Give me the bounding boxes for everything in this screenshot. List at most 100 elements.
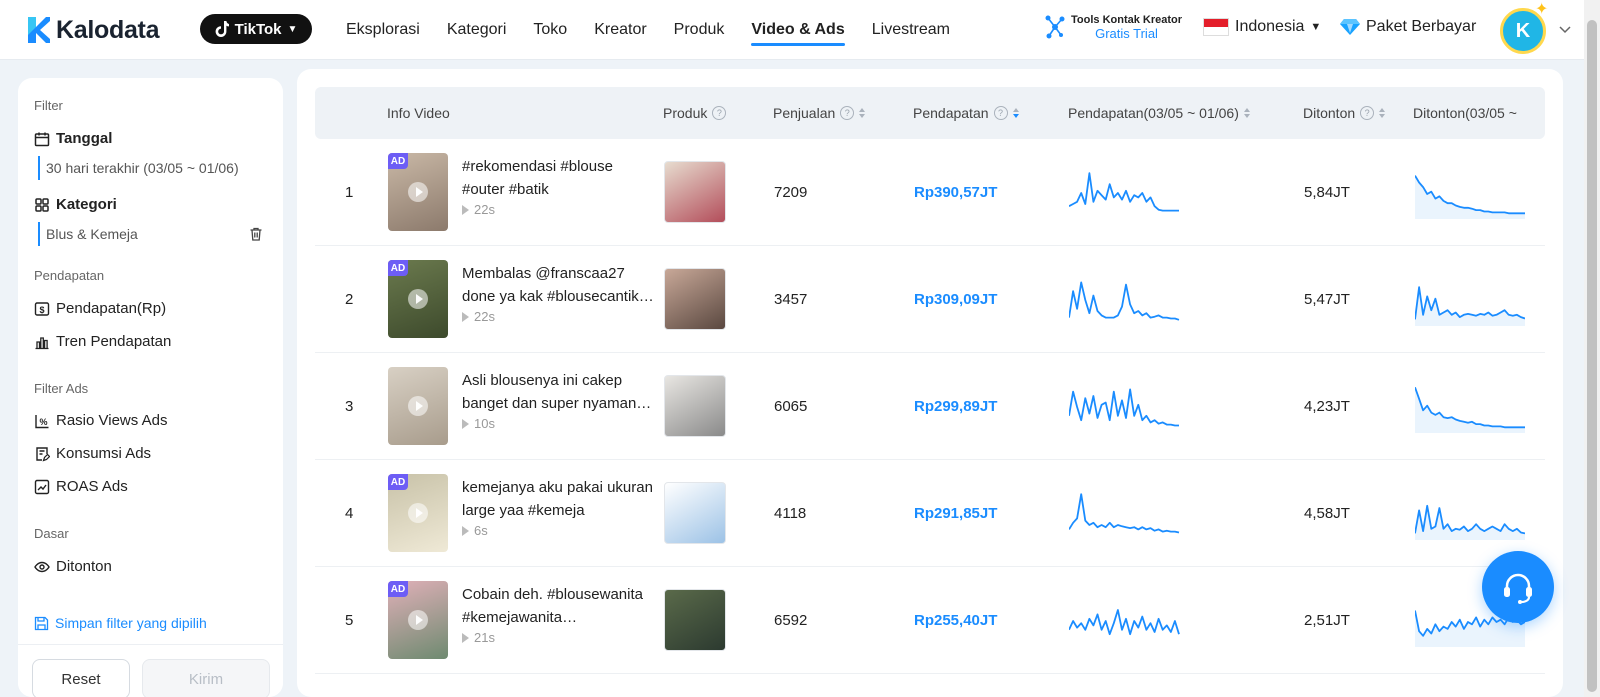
video-title[interactable]: kemejanya aku pakai ukuran large yaa #ke…	[462, 476, 654, 522]
nav-item-livestream[interactable]: Livestream	[872, 0, 950, 60]
video-duration: 22s	[462, 202, 495, 217]
tools-title: Tools Kontak Kreator	[1071, 14, 1183, 26]
views-trend-area	[1415, 287, 1525, 326]
help-icon[interactable]: ?	[1360, 106, 1375, 120]
play-icon[interactable]	[408, 396, 428, 416]
play-icon[interactable]	[408, 503, 428, 523]
help-icon[interactable]: ?	[840, 106, 855, 120]
save-filter-link[interactable]: Simpan filter yang dipilih	[34, 615, 207, 631]
indonesia-flag-icon	[1203, 18, 1229, 36]
page-scrollbar-thumb[interactable]	[1587, 20, 1597, 692]
video-title[interactable]: Asli blousenya ini cakep banget dan supe…	[462, 369, 654, 415]
product-image[interactable]	[664, 161, 726, 223]
nav-item-video-ads[interactable]: Video & Ads	[751, 0, 846, 60]
nav-item-kreator[interactable]: Kreator	[594, 0, 646, 60]
column-sales[interactable]: Penjualan ?	[773, 87, 866, 139]
paid-plan-link[interactable]: Paket Berbayar	[1340, 18, 1476, 36]
video-title[interactable]: Cobain deh. #blousewanita #kemejawanita …	[462, 583, 654, 629]
column-info-video: Info Video	[387, 105, 450, 121]
play-icon[interactable]	[408, 289, 428, 309]
platform-label: TikTok	[234, 20, 282, 38]
platform-selector[interactable]: TikTok ▼	[200, 14, 312, 44]
filter-category[interactable]: Kategori	[34, 196, 117, 213]
filter-category-value[interactable]: Blus & Kemeja	[38, 222, 138, 246]
video-title[interactable]: #rekomendasi #blouse #outer #batik	[462, 155, 654, 201]
table-row[interactable]: 4 AD kemejanya aku pakai ukuran large ya…	[315, 460, 1545, 567]
filter-revenue-trend-label: Tren Pendapatan	[56, 333, 172, 350]
brand-name: Kalodata	[56, 15, 160, 44]
nav-item-produk[interactable]: Produk	[674, 0, 725, 60]
filter-views[interactable]: Ditonton	[34, 558, 112, 575]
language-label: Indonesia	[1235, 18, 1305, 35]
customer-support-button[interactable]	[1482, 551, 1554, 623]
filter-ads-consumption[interactable]: Konsumsi Ads	[34, 445, 151, 462]
revenue-value[interactable]: Rp255,40JT	[914, 567, 997, 673]
nav-item-toko[interactable]: Toko	[533, 0, 567, 60]
filter-date-value[interactable]: 30 hari terakhir (03/05 ~ 01/06)	[38, 156, 239, 180]
trash-icon[interactable]	[248, 226, 264, 242]
ad-badge: AD	[388, 260, 408, 276]
revenue-value[interactable]: Rp390,57JT	[914, 139, 997, 245]
filter-ads-roas[interactable]: ROAS Ads	[34, 478, 128, 495]
paid-plan-label: Paket Berbayar	[1366, 18, 1477, 35]
sort-icon[interactable]	[859, 108, 866, 118]
column-revenue[interactable]: Pendapatan ?	[913, 87, 1019, 139]
filter-panel: Filter Tanggal 30 hari terakhir (03/05 ~…	[18, 78, 283, 697]
nav-item-kategori[interactable]: Kategori	[447, 0, 507, 60]
sort-icon[interactable]	[1243, 108, 1250, 118]
nav-item-eksplorasi[interactable]: Eksplorasi	[346, 0, 420, 60]
product-image[interactable]	[664, 482, 726, 544]
save-filter-label: Simpan filter yang dipilih	[55, 615, 207, 631]
grid-icon	[35, 197, 49, 212]
views-trend-sparkline	[1415, 386, 1525, 433]
video-thumbnail[interactable]: AD	[388, 474, 448, 552]
revenue-value[interactable]: Rp299,89JT	[914, 353, 997, 459]
chevron-down-icon[interactable]	[1558, 22, 1572, 36]
product-image[interactable]	[664, 375, 726, 437]
revenue-value[interactable]: Rp309,09JT	[914, 246, 997, 352]
video-title[interactable]: Membalas @franscaa27 done ya kak #blouse…	[462, 262, 654, 308]
table-row[interactable]: 3 Asli blousenya ini cakep banget dan su…	[315, 353, 1545, 460]
column-product: Produk ?	[663, 87, 727, 139]
language-selector[interactable]: Indonesia ▼	[1203, 18, 1321, 36]
sales-value: 6592	[774, 611, 808, 629]
column-views[interactable]: Ditonton ?	[1303, 87, 1386, 139]
kalodata-logo[interactable]: Kalodata	[28, 14, 159, 46]
reset-button[interactable]: Reset	[32, 659, 130, 697]
video-thumbnail[interactable]: AD	[388, 581, 448, 659]
play-icon[interactable]	[408, 610, 428, 630]
table-row[interactable]: 1 AD #rekomendasi #blouse #outer #batik …	[315, 139, 1545, 246]
column-views-label: Ditonton	[1303, 105, 1356, 121]
product-image[interactable]	[664, 589, 726, 651]
video-duration: 22s	[462, 309, 495, 324]
play-icon[interactable]	[408, 182, 428, 202]
top-navigation-bar: Kalodata TikTok ▼ Eksplorasi Kategori To…	[0, 0, 1600, 60]
sort-desc-active-icon[interactable]	[1012, 108, 1019, 118]
eye-icon	[34, 561, 50, 572]
filter-revenue-rp[interactable]: $ Pendapatan(Rp)	[34, 300, 166, 317]
product-image[interactable]	[664, 268, 726, 330]
video-thumbnail[interactable]	[388, 367, 448, 445]
column-views-trend[interactable]: Ditonton(03/05 ~	[1413, 87, 1545, 139]
video-thumbnail[interactable]: AD	[388, 153, 448, 231]
video-thumbnail[interactable]: AD	[388, 260, 448, 338]
creator-contact-tools-link[interactable]: Tools Kontak Kreator Gratis Trial	[1045, 13, 1182, 41]
help-icon[interactable]: ?	[993, 106, 1008, 120]
column-revenue-trend[interactable]: Pendapatan(03/05 ~ 01/06)	[1068, 87, 1250, 139]
percent-icon: %	[35, 414, 49, 428]
video-duration: 10s	[462, 416, 495, 431]
help-icon[interactable]: ?	[712, 106, 727, 120]
filter-revenue-trend[interactable]: Tren Pendapatan	[34, 333, 171, 350]
table-row[interactable]: 2 AD Membalas @franscaa27 done ya kak #b…	[315, 246, 1545, 353]
sales-value: 6065	[774, 397, 808, 415]
filter-ads-views-ratio[interactable]: % Rasio Views Ads	[34, 412, 167, 429]
views-trend-line	[1415, 504, 1525, 535]
column-revenue-label: Pendapatan	[913, 105, 989, 121]
table-row[interactable]: 5 AD Cobain deh. #blousewanita #kemejawa…	[315, 567, 1545, 674]
video-duration: 21s	[462, 630, 495, 645]
filter-date[interactable]: Tanggal	[34, 130, 112, 147]
revenue-value[interactable]: Rp291,85JT	[914, 460, 997, 566]
sort-icon[interactable]	[1379, 108, 1386, 118]
submit-button[interactable]: Kirim	[142, 659, 270, 697]
views-value: 4,23JT	[1304, 397, 1350, 415]
